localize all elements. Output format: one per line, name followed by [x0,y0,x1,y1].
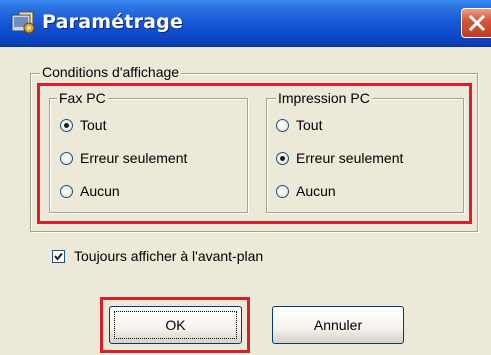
fax-pc-radio-none[interactable]: Aucun [60,183,120,199]
window-title: Paramétrage [42,11,184,33]
radio-button-selected[interactable] [60,118,73,132]
radio-label: Aucun [80,183,120,199]
radio-button[interactable] [276,184,289,198]
settings-app-icon [10,9,36,35]
always-on-top-checkbox[interactable] [52,249,65,263]
radio-label: Erreur seulement [296,150,404,166]
radio-button-selected[interactable] [276,151,289,165]
cancel-button-label: Annuler [313,317,363,333]
radio-button[interactable] [276,118,289,132]
always-on-top-checkbox-row[interactable]: Toujours afficher à l'avant-plan [52,248,263,264]
cancel-button[interactable]: Annuler [272,306,404,344]
print-pc-legend: Impression PC [276,90,372,106]
always-on-top-label: Toujours afficher à l'avant-plan [74,248,264,264]
fax-pc-legend: Fax PC [57,90,108,106]
ok-button-label: OK [165,317,186,333]
title-bar[interactable]: Paramétrage [0,0,491,47]
fax-pc-radio-errors-only[interactable]: Erreur seulement [60,150,187,166]
radio-button[interactable] [60,184,73,198]
print-pc-radio-all[interactable]: Tout [276,117,322,133]
ok-button[interactable]: OK [109,306,242,344]
radio-button[interactable] [60,151,73,165]
display-conditions-legend: Conditions d'affichage [40,64,182,80]
print-pc-radio-none[interactable]: Aucun [276,183,336,199]
checkmark-icon [54,252,63,261]
print-pc-radio-errors-only[interactable]: Erreur seulement [276,150,403,166]
radio-label: Tout [296,117,323,133]
close-button[interactable] [461,8,491,38]
radio-label: Erreur seulement [80,150,188,166]
close-icon [469,15,485,31]
fax-pc-radio-all[interactable]: Tout [60,117,106,133]
radio-label: Aucun [296,183,336,199]
radio-label: Tout [80,117,107,133]
settings-dialog: Paramétrage Conditions d'affichage Fax P… [0,0,491,355]
